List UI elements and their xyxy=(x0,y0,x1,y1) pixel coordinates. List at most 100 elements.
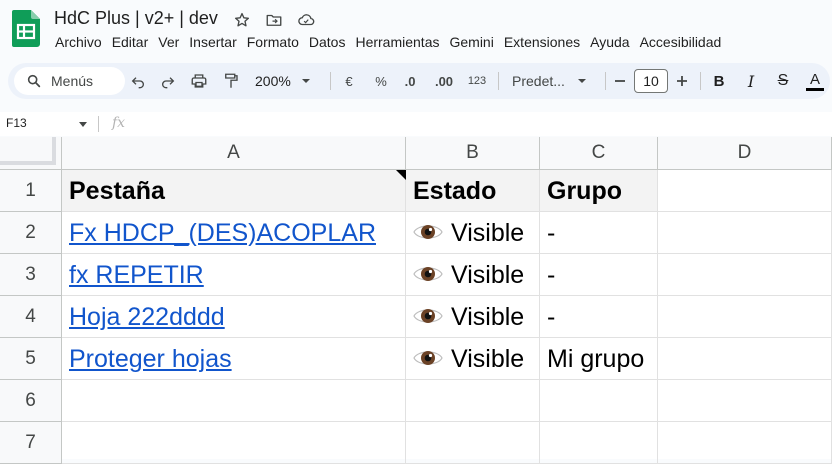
cell-a6[interactable] xyxy=(62,380,406,422)
freeze-handle[interactable] xyxy=(0,137,56,165)
menu-herramientas[interactable]: Herramientas xyxy=(350,33,444,53)
cell-c4[interactable]: - xyxy=(540,296,658,338)
column-header-c[interactable]: C xyxy=(540,137,658,170)
cell-a4[interactable]: Hoja 222dddd xyxy=(62,296,406,338)
cell-a7[interactable] xyxy=(62,422,406,464)
name-box[interactable]: F13 xyxy=(6,116,27,130)
sheet-link[interactable]: Hoja 222dddd xyxy=(69,303,225,331)
redo-button[interactable] xyxy=(156,63,180,99)
cell-b5[interactable]: Visible xyxy=(406,338,540,380)
decrease-decimals-button[interactable]: .0 xyxy=(398,63,422,99)
undo-button[interactable] xyxy=(126,63,150,99)
cell-b1[interactable]: Estado xyxy=(406,170,540,212)
toolbar: Menús 200% € % .0 .00 123 Predet... 10 B… xyxy=(8,63,830,99)
decrease-decimals-label: .0 xyxy=(404,73,416,89)
menu-ayuda[interactable]: Ayuda xyxy=(585,33,634,53)
sheet-link[interactable]: fx REPETIR xyxy=(69,261,204,289)
menu-archivo[interactable]: Archivo xyxy=(50,33,107,53)
cloud-status-icon[interactable] xyxy=(297,11,315,29)
italic-button[interactable]: I xyxy=(741,63,761,99)
move-to-folder-icon[interactable] xyxy=(265,11,283,29)
plus-icon xyxy=(677,76,687,86)
toolbar-divider xyxy=(498,72,499,90)
row-header-3[interactable]: 3 xyxy=(0,254,62,296)
increase-decimals-button[interactable]: .00 xyxy=(430,63,458,99)
redo-icon xyxy=(162,77,175,89)
row-header-7[interactable]: 7 xyxy=(0,422,62,464)
strikethrough-button[interactable]: S xyxy=(773,63,793,99)
row-header-5[interactable]: 5 xyxy=(0,338,62,380)
cell-d1[interactable] xyxy=(658,170,832,212)
decrease-font-size-button[interactable] xyxy=(611,63,629,99)
menu-extensiones[interactable]: Extensiones xyxy=(499,33,585,53)
menu-accesibilidad[interactable]: Accesibilidad xyxy=(635,33,727,53)
cell-a5[interactable]: Proteger hojas xyxy=(62,338,406,380)
sheet-link[interactable]: Fx HDCP_(DES)ACOPLAR xyxy=(69,219,376,247)
cell-d6[interactable] xyxy=(658,380,832,422)
toolbar-divider xyxy=(330,72,331,90)
star-icon[interactable] xyxy=(233,11,251,29)
cell-c5[interactable]: Mi grupo xyxy=(540,338,658,380)
menu-datos[interactable]: Datos xyxy=(304,33,351,53)
cell-b3[interactable]: Visible xyxy=(406,254,540,296)
cell-b7[interactable] xyxy=(406,422,540,464)
increase-font-size-button[interactable] xyxy=(673,63,691,99)
eye-icon xyxy=(413,225,443,239)
search-menus-button[interactable]: Menús xyxy=(14,67,125,95)
sheets-logo-icon[interactable] xyxy=(12,10,40,47)
cell-b4[interactable]: Visible xyxy=(406,296,540,338)
menu-ver[interactable]: Ver xyxy=(153,33,184,53)
cell-a3[interactable]: fx REPETIR xyxy=(62,254,406,296)
column-header-b[interactable]: B xyxy=(406,137,540,170)
document-title[interactable]: HdC Plus | v2+ | dev xyxy=(54,8,218,29)
cell-c2[interactable]: - xyxy=(540,212,658,254)
font-select[interactable]: Predet... xyxy=(508,63,590,99)
cell-a2[interactable]: Fx HDCP_(DES)ACOPLAR xyxy=(62,212,406,254)
menu-gemini[interactable]: Gemini xyxy=(444,33,498,53)
cell-d3[interactable] xyxy=(658,254,832,296)
paint-format-button[interactable] xyxy=(218,63,244,99)
cell-c7[interactable] xyxy=(540,422,658,464)
percent-format-button[interactable]: % xyxy=(370,63,392,99)
cell-note-indicator xyxy=(396,170,406,180)
minus-icon xyxy=(615,80,625,82)
cell-c1[interactable]: Grupo xyxy=(540,170,658,212)
formula-bar-divider xyxy=(98,116,99,132)
text-color-swatch xyxy=(806,87,824,91)
currency-format-button[interactable]: € xyxy=(338,63,360,99)
select-all-corner[interactable] xyxy=(0,137,62,170)
cell-d4[interactable] xyxy=(658,296,832,338)
column-header-a[interactable]: A xyxy=(62,137,406,170)
cell-a1[interactable]: Pestaña xyxy=(62,170,406,212)
zoom-select[interactable]: 200% xyxy=(251,63,317,99)
cell-d7[interactable] xyxy=(658,422,832,464)
title-bar: HdC Plus | v2+ | dev Archivo Editar Ver … xyxy=(0,0,832,58)
menu-insertar[interactable]: Insertar xyxy=(184,33,241,53)
number-format-button[interactable]: 123 xyxy=(465,63,489,99)
menu-editar[interactable]: Editar xyxy=(107,33,154,53)
formula-input[interactable] xyxy=(140,114,820,134)
row-header-2[interactable]: 2 xyxy=(0,212,62,254)
sheet-link[interactable]: Proteger hojas xyxy=(69,345,232,373)
chevron-down-icon xyxy=(577,79,586,83)
print-button[interactable] xyxy=(186,63,212,99)
font-size-input[interactable]: 10 xyxy=(634,69,668,93)
menu-formato[interactable]: Formato xyxy=(242,33,304,53)
bold-button[interactable]: B xyxy=(709,63,729,99)
cell-d2[interactable] xyxy=(658,212,832,254)
cell-d5[interactable] xyxy=(658,338,832,380)
cell-c3[interactable]: - xyxy=(540,254,658,296)
cell-b2[interactable]: Visible xyxy=(406,212,540,254)
row-header-4[interactable]: 4 xyxy=(0,296,62,338)
cell-c6[interactable] xyxy=(540,380,658,422)
column-header-d[interactable]: D xyxy=(658,137,832,170)
row-header-6[interactable]: 6 xyxy=(0,380,62,422)
search-menus-label: Menús xyxy=(51,73,94,89)
paint-format-icon xyxy=(225,73,238,88)
cell-b6[interactable] xyxy=(406,380,540,422)
text-color-button[interactable]: A xyxy=(805,63,825,99)
row-header-1[interactable]: 1 xyxy=(0,170,62,212)
chevron-down-icon[interactable] xyxy=(78,122,88,128)
chevron-down-icon xyxy=(301,79,310,83)
status-label: Visible xyxy=(451,345,525,373)
